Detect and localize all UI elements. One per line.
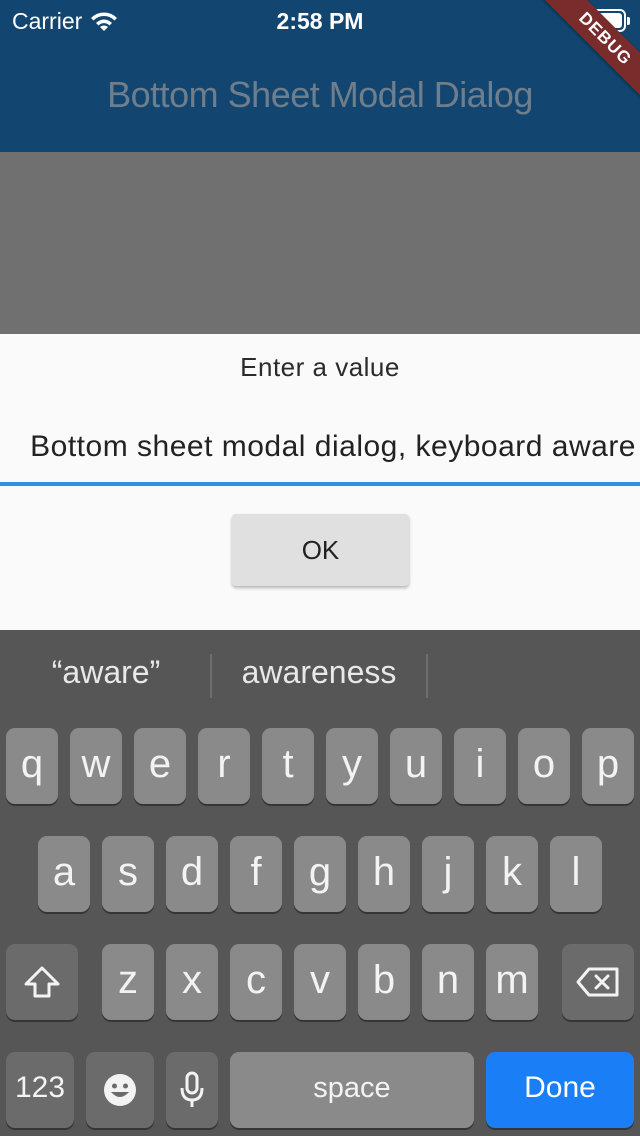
backspace-icon — [576, 967, 619, 997]
key-v[interactable]: v — [294, 944, 346, 1020]
shift-key[interactable] — [6, 944, 78, 1020]
key-w[interactable]: w — [70, 728, 122, 804]
key-o[interactable]: o — [518, 728, 570, 804]
key-m[interactable]: m — [486, 944, 538, 1020]
suggestion-bar: “aware” awareness — [0, 630, 640, 718]
shift-icon — [24, 966, 60, 998]
key-q[interactable]: q — [6, 728, 58, 804]
suggestion-item[interactable]: “aware” — [16, 654, 196, 691]
key-t[interactable]: t — [262, 728, 314, 804]
sheet-label: Enter a value — [240, 352, 400, 382]
key-j[interactable]: j — [422, 836, 474, 912]
microphone-icon — [180, 1071, 204, 1108]
key-h[interactable]: h — [358, 836, 410, 912]
key-u[interactable]: u — [390, 728, 442, 804]
app-bar: Carrier 2:58 PM Bottom Sheet Modal Dialo… — [0, 0, 640, 152]
clock: 2:58 PM — [276, 8, 364, 34]
emoji-icon — [104, 1074, 136, 1107]
key-k[interactable]: k — [486, 836, 538, 912]
numbers-key[interactable]: 123 — [6, 1052, 74, 1128]
key-x[interactable]: x — [166, 944, 218, 1020]
dictation-key[interactable] — [166, 1052, 218, 1128]
bottom-sheet: Enter a value Bottom sheet modal dialog,… — [0, 334, 640, 630]
key-c[interactable]: c — [230, 944, 282, 1020]
key-l[interactable]: l — [550, 836, 602, 912]
key-s[interactable]: s — [102, 836, 154, 912]
key-z[interactable]: z — [102, 944, 154, 1020]
key-p[interactable]: p — [582, 728, 634, 804]
key-n[interactable]: n — [422, 944, 474, 1020]
screen: Carrier 2:58 PM Bottom Sheet Modal Dialo… — [0, 0, 640, 1136]
backspace-key[interactable] — [562, 944, 634, 1020]
value-input[interactable]: Bottom sheet modal dialog, keyboard awar… — [0, 420, 640, 486]
status-bar: Carrier 2:58 PM — [0, 0, 640, 40]
ok-button[interactable]: OK — [232, 514, 409, 586]
space-key[interactable]: space — [230, 1052, 474, 1128]
suggestion-item[interactable]: awareness — [212, 654, 426, 691]
key-f[interactable]: f — [230, 836, 282, 912]
key-r[interactable]: r — [198, 728, 250, 804]
page-title: Bottom Sheet Modal Dialog — [107, 74, 533, 115]
key-g[interactable]: g — [294, 836, 346, 912]
done-key[interactable]: Done — [486, 1052, 634, 1128]
key-y[interactable]: y — [326, 728, 378, 804]
key-a[interactable]: a — [38, 836, 90, 912]
keyboard: “aware” awareness q w e r t y u i o p a … — [0, 630, 640, 1136]
key-b[interactable]: b — [358, 944, 410, 1020]
key-e[interactable]: e — [134, 728, 186, 804]
key-i[interactable]: i — [454, 728, 506, 804]
emoji-key[interactable] — [86, 1052, 154, 1128]
suggestion-divider — [426, 654, 428, 698]
value-input-text[interactable]: Bottom sheet modal dialog, keyboard awar… — [30, 430, 636, 464]
key-d[interactable]: d — [166, 836, 218, 912]
